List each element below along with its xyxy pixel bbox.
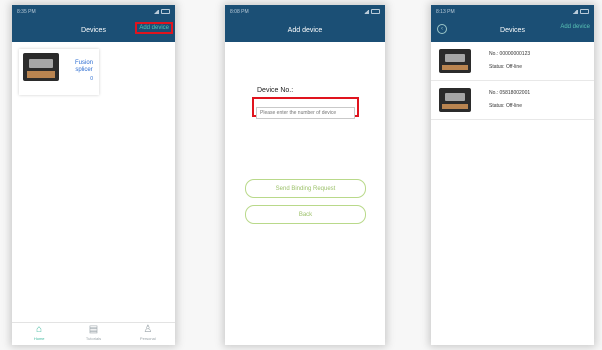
fusion-splicer-image — [23, 53, 59, 81]
home-icon: ⌂ — [36, 324, 43, 335]
status-time: 8:35 PM — [17, 8, 36, 15]
signal-icon — [363, 9, 369, 14]
add-device-screen: 8:08 PM Add device Device No.: Send Bind… — [225, 5, 385, 345]
device-number: No.: 00000000123 — [489, 51, 531, 57]
system-icons — [572, 9, 589, 14]
page-title: Devices — [500, 26, 525, 34]
battery-icon — [580, 9, 589, 14]
list-item[interactable]: No.: 00000000123 Status: Off-line — [431, 42, 594, 81]
device-card-count: 0 — [90, 76, 93, 82]
tutorials-icon: ▤ — [88, 324, 99, 335]
battery-icon — [371, 9, 380, 14]
tab-home[interactable]: ⌂ Home — [12, 323, 66, 345]
devices-list-screen: 8:13 PM ‹ Devices Add device No.: 000000… — [431, 5, 594, 345]
tab-tutorials[interactable]: ▤ Tutorials — [66, 323, 120, 345]
device-number-label: Device No.: — [257, 87, 294, 94]
status-time: 8:08 PM — [230, 8, 249, 15]
page-title: Add device — [287, 26, 323, 34]
battery-icon — [161, 9, 170, 14]
back-arrow-icon[interactable]: ‹ — [437, 24, 447, 34]
signal-icon — [153, 9, 159, 14]
tab-personal-label: Personal — [139, 336, 156, 341]
device-card-name: Fusion splicer — [74, 60, 93, 73]
status-time: 8:13 PM — [436, 8, 455, 15]
device-status: Status: Off-line — [489, 103, 522, 109]
tab-home-label: Home — [33, 336, 45, 341]
signal-icon — [572, 9, 578, 14]
device-card[interactable]: Fusion splicer 0 — [19, 49, 99, 95]
system-icons — [363, 9, 380, 14]
device-list: No.: 00000000123 Status: Off-line No.: 0… — [431, 42, 594, 120]
tab-bar: ⌂ Home ▤ Tutorials ♙ Personal — [12, 322, 175, 345]
fusion-splicer-image — [439, 88, 471, 112]
back-button[interactable]: Back — [245, 205, 366, 224]
fusion-splicer-image — [439, 49, 471, 73]
device-number-field-highlight — [252, 97, 359, 119]
add-device-button[interactable]: Add device — [560, 24, 590, 30]
system-icons — [153, 9, 170, 14]
tab-personal[interactable]: ♙ Personal — [121, 323, 175, 345]
status-bar: 8:13 PM — [431, 5, 594, 18]
nav-bar: ‹ Devices Add device — [431, 18, 594, 42]
list-item[interactable]: No.: 05818002001 Status: Off-line — [431, 81, 594, 120]
device-number: No.: 05818002001 — [489, 90, 531, 96]
send-binding-request-button[interactable]: Send Binding Request — [245, 179, 366, 198]
devices-screen: 8:35 PM Devices Add device Fusion splice… — [12, 5, 175, 345]
device-number-input[interactable] — [256, 107, 355, 119]
device-status: Status: Off-line — [489, 64, 522, 70]
status-bar: 8:35 PM — [12, 5, 175, 18]
tab-tutorials-label: Tutorials — [85, 336, 102, 341]
nav-bar: Devices Add device — [12, 18, 175, 42]
nav-bar: Add device — [225, 18, 385, 42]
person-icon: ♙ — [143, 324, 153, 335]
page-title: Devices — [81, 26, 106, 34]
status-bar: 8:08 PM — [225, 5, 385, 18]
add-device-button[interactable]: Add device — [135, 22, 173, 34]
